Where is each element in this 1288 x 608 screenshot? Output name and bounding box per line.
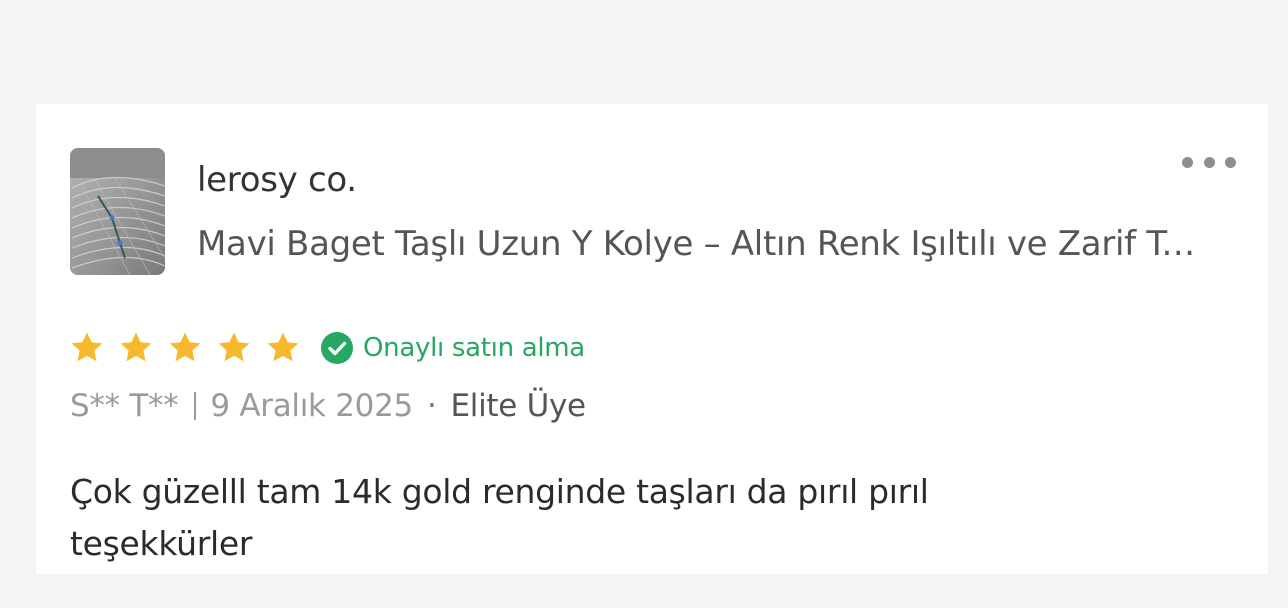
star-icon [118, 331, 154, 365]
star-icon [167, 331, 203, 365]
review-card: lerosy co. Mavi Baget Taşlı Uzun Y Kolye… [36, 104, 1268, 574]
product-title[interactable]: Mavi Baget Taşlı Uzun Y Kolye – Altın Re… [197, 224, 1207, 264]
star-icon [69, 331, 105, 365]
star-icon [265, 331, 301, 365]
reviewer-name: S** T** [70, 388, 179, 424]
verified-label: Onaylı satın alma [363, 333, 585, 363]
more-horizontal-icon-dot [1225, 156, 1236, 168]
meta-divider [194, 392, 197, 420]
check-circle-icon [321, 332, 353, 364]
review-date: 9 Aralık 2025 [210, 388, 413, 424]
star-rating [69, 331, 301, 365]
review-meta: S** T** 9 Aralık 2025 · Elite Üye [70, 388, 586, 424]
seller-name[interactable]: lerosy co. [197, 160, 357, 200]
product-image [70, 148, 165, 275]
more-options-button[interactable] [1182, 152, 1236, 172]
star-icon [216, 331, 252, 365]
more-horizontal-icon-dot [1203, 156, 1215, 168]
verified-purchase-badge: Onaylı satın alma [321, 332, 585, 364]
meta-dot-separator: · [426, 388, 437, 424]
product-thumbnail[interactable] [70, 148, 165, 275]
more-horizontal-icon [1182, 156, 1193, 168]
review-comment: Çok güzelll tam 14k gold renginde taşlar… [70, 472, 929, 563]
membership-badge: Elite Üye [450, 388, 587, 424]
